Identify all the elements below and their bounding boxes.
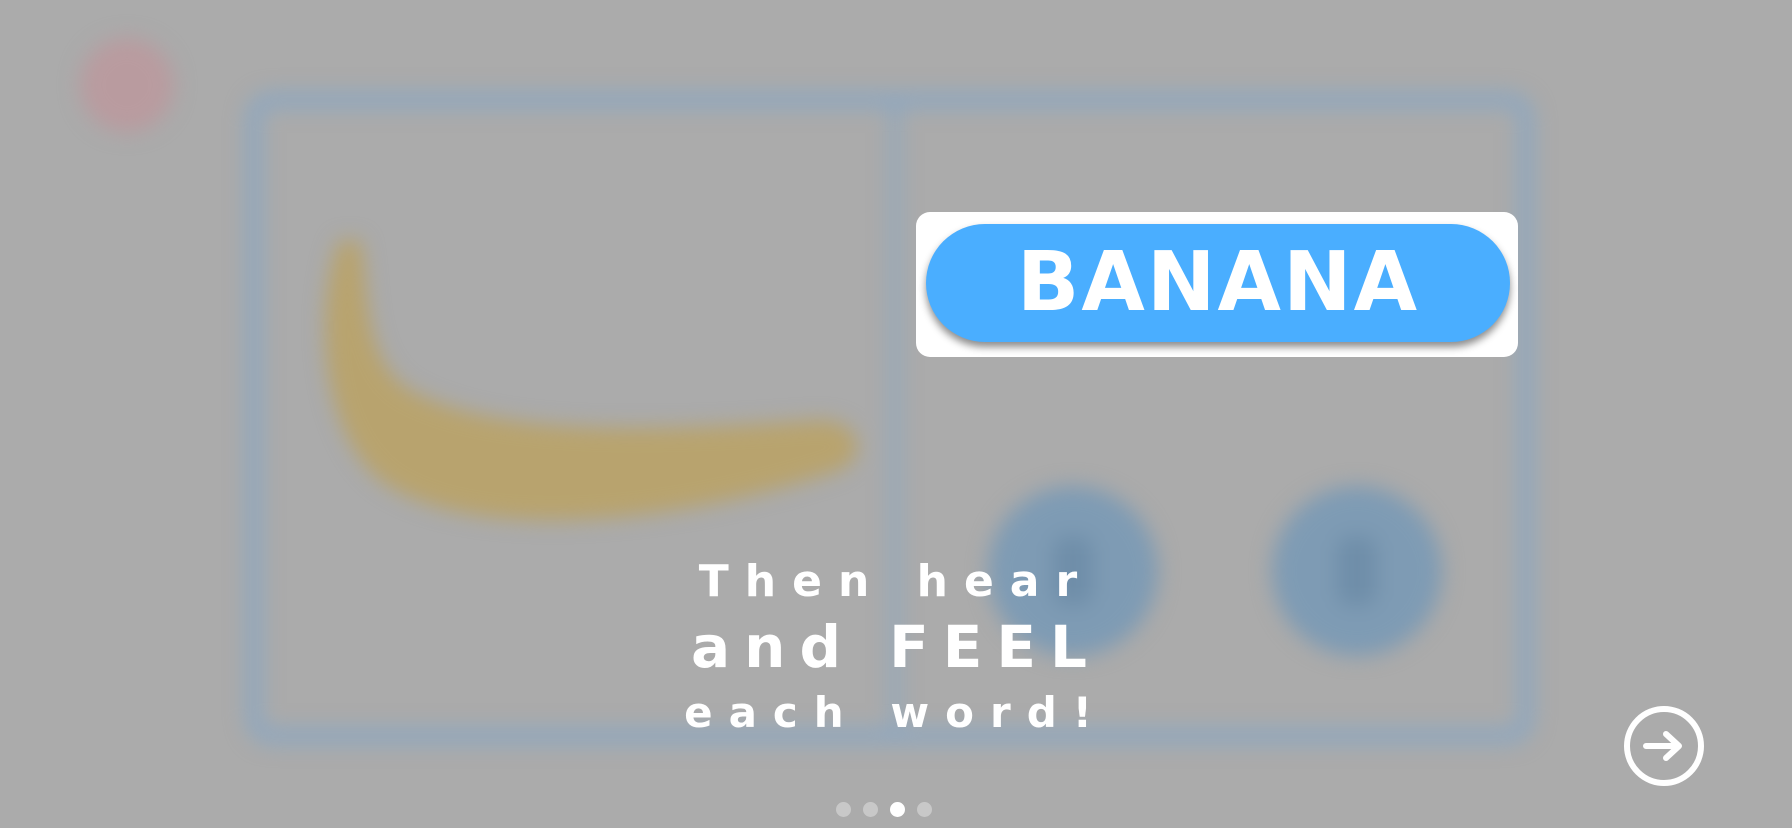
onboarding-caption: Then hear and FEEL each word! <box>596 552 1196 744</box>
page-dot-1[interactable] <box>836 801 851 817</box>
page-dot-2[interactable] <box>863 801 878 817</box>
close-icon <box>80 38 174 132</box>
word-card: BANANA <box>916 212 1518 357</box>
word-pill-button[interactable]: BANANA <box>926 224 1510 342</box>
page-dot-4[interactable] <box>917 801 932 817</box>
word-label: BANANA <box>1016 235 1420 330</box>
caption-line-1: Then hear <box>698 556 1094 607</box>
speaker-icon <box>1337 536 1377 606</box>
speaker-button-right <box>1272 486 1442 656</box>
banana-image <box>325 240 858 521</box>
arrow-right-circle-icon <box>1643 731 1682 761</box>
page-dot-3[interactable] <box>890 801 905 817</box>
next-button[interactable] <box>1624 706 1704 786</box>
caption-line-3: each word! <box>684 688 1108 737</box>
page-indicator <box>836 801 932 817</box>
caption-line-2: and FEEL <box>691 613 1101 681</box>
